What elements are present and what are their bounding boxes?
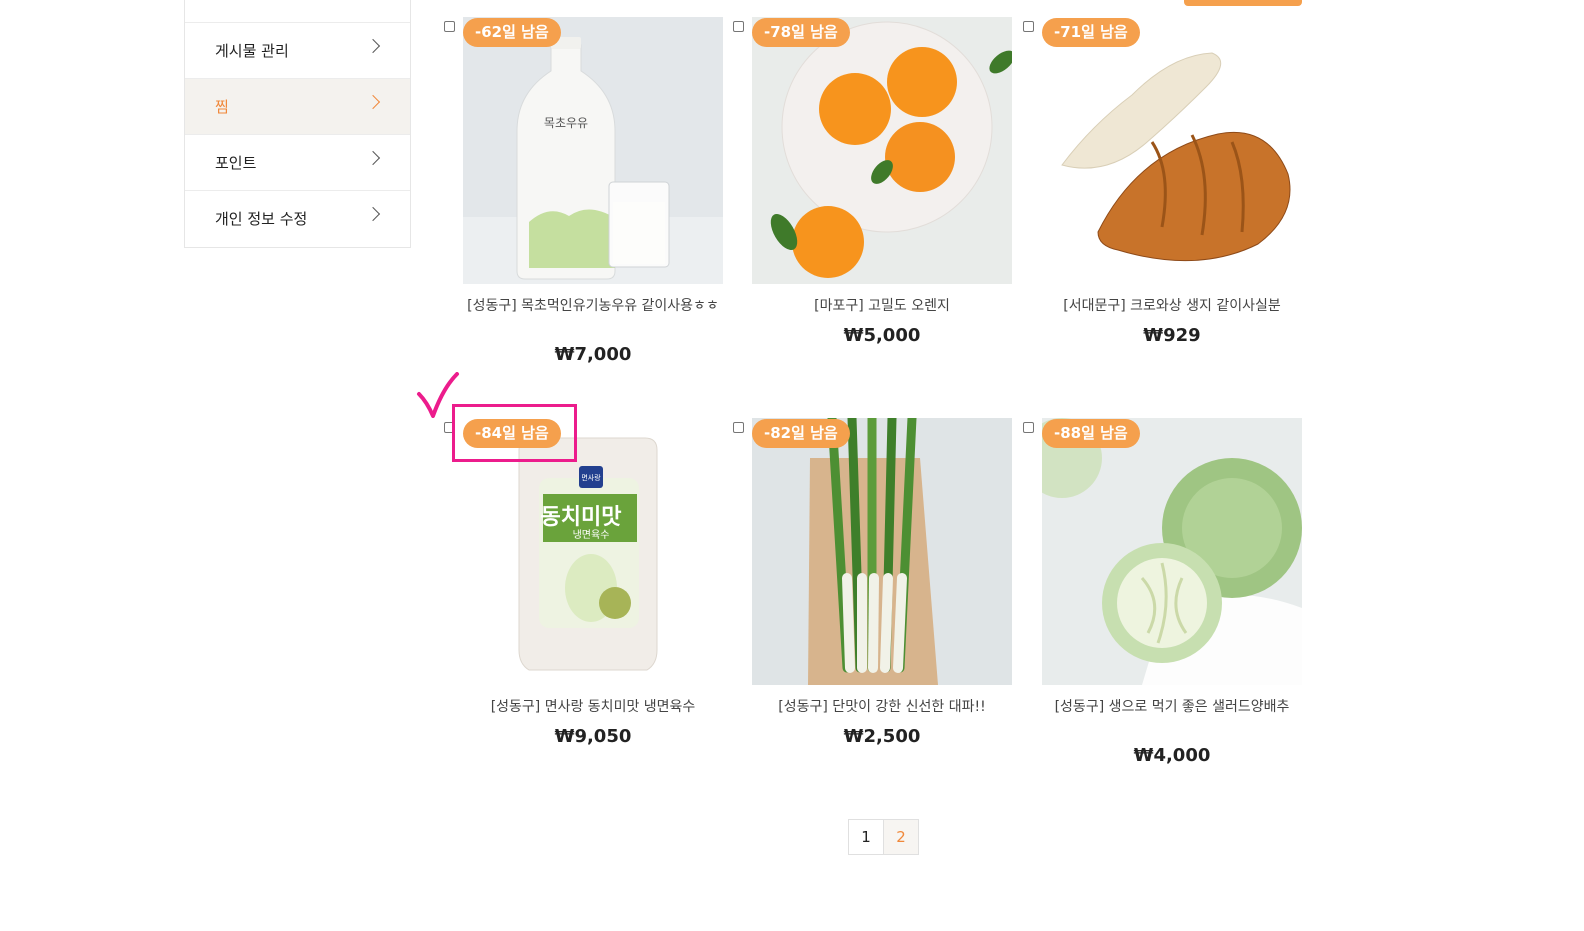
product-price: ₩7,000 — [554, 344, 632, 365]
sidebar-item-wishlist[interactable]: 찜 — [185, 78, 410, 134]
chevron-right-icon — [365, 150, 381, 166]
product-name[interactable]: [성동구] 목초먹인유기농우유 같이사용ㅎㅎ — [463, 297, 723, 315]
sidebar-item-label: 찜 — [215, 98, 229, 116]
product-name[interactable]: [서대문구] 크로와상 생지 같이사실분 — [1042, 297, 1302, 315]
sidebar-item-posts[interactable]: 게시물 관리 — [185, 22, 410, 78]
sidebar-item-label: 게시물 관리 — [215, 42, 289, 60]
chevron-right-icon — [365, 206, 381, 222]
pagination: 1 2 — [848, 819, 919, 855]
mypage-sidebar: 게시물 관리 찜 포인트 개인 정보 수정 — [184, 0, 411, 248]
select-checkbox[interactable] — [1023, 422, 1034, 433]
green-onions-image[interactable] — [752, 418, 1012, 685]
page-1-button[interactable]: 1 — [849, 820, 884, 854]
sidebar-item-label: 개인 정보 수정 — [215, 210, 308, 228]
chevron-right-icon — [365, 38, 381, 54]
chevron-right-icon — [365, 94, 381, 110]
cabbage-image[interactable] — [1042, 418, 1302, 685]
product-price: ₩5,000 — [843, 325, 921, 346]
days-left-badge: -62일 남음 — [463, 18, 561, 47]
sidebar-item-points[interactable]: 포인트 — [185, 134, 410, 190]
package-title-text: 동치미맛 — [541, 505, 622, 530]
highlight-box-annotation — [452, 404, 577, 462]
product-price: ₩2,500 — [843, 726, 921, 747]
product-name[interactable]: [성동구] 생으로 먹기 좋은 샐러드양배추 — [1042, 698, 1302, 716]
package-subtitle-text: 냉면육수 — [573, 529, 610, 541]
oranges-image[interactable] — [752, 17, 1012, 284]
select-checkbox[interactable] — [444, 21, 455, 32]
product-price: ₩929 — [1143, 325, 1201, 346]
package-brand-text: 면사랑 — [581, 473, 601, 482]
top-action-button[interactable] — [1184, 0, 1302, 6]
select-checkbox[interactable] — [1023, 21, 1034, 32]
days-left-badge: -78일 남음 — [752, 18, 850, 47]
product-price: ₩9,050 — [554, 726, 632, 747]
page-2-button[interactable]: 2 — [884, 820, 918, 854]
select-checkbox[interactable] — [733, 21, 744, 32]
days-left-badge: -71일 남음 — [1042, 18, 1140, 47]
days-left-badge: -82일 남음 — [752, 419, 850, 448]
select-checkbox[interactable] — [733, 422, 744, 433]
sidebar-item-label: 포인트 — [215, 154, 257, 172]
product-name[interactable]: [성동구] 단맛이 강한 신선한 대파!! — [752, 698, 1012, 716]
days-left-badge: -88일 남음 — [1042, 419, 1140, 448]
sidebar-item-edit-profile[interactable]: 개인 정보 수정 — [185, 190, 410, 246]
milk-label-text: 목초우유 — [544, 116, 588, 130]
product-name[interactable]: [성동구] 면사랑 동치미맛 냉면육수 — [463, 698, 723, 716]
croissants-image[interactable] — [1042, 17, 1302, 284]
milk-image[interactable]: 목초우유 — [463, 17, 723, 284]
product-price: ₩4,000 — [1133, 745, 1211, 766]
product-name[interactable]: [마포구] 고밀도 오렌지 — [752, 297, 1012, 315]
